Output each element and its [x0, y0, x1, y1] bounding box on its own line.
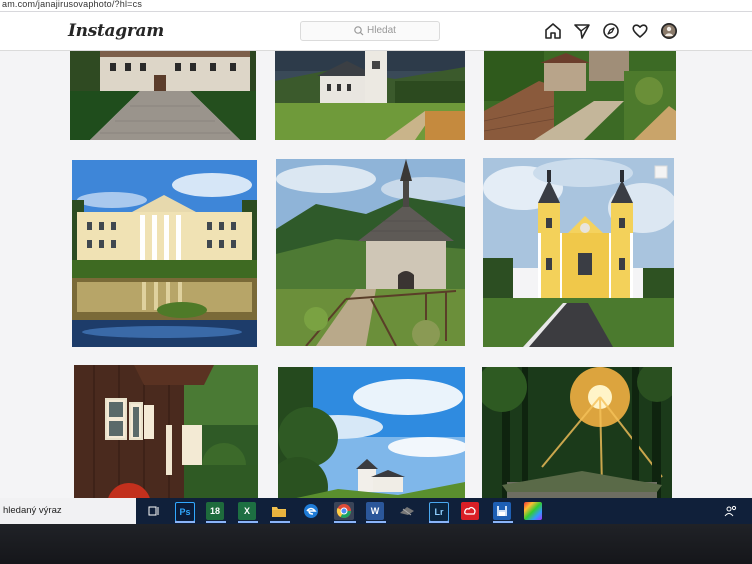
- tool-app-icon[interactable]: [398, 502, 416, 520]
- calendar-18-icon[interactable]: 18: [206, 502, 224, 520]
- windows-taskbar: hledaný výraz Ps 18 X W Lr: [0, 498, 752, 524]
- instagram-logo[interactable]: Instagram: [68, 21, 164, 41]
- monitor-screen: am.com/janajirusovaphoto/?hl=cs Instagra…: [0, 0, 752, 524]
- post-image: [484, 51, 676, 140]
- people-tray-icon[interactable]: [724, 504, 738, 518]
- active-indicator: [429, 521, 449, 523]
- url-text[interactable]: am.com/janajirusovaphoto/?hl=cs: [2, 0, 142, 9]
- task-view-icon[interactable]: [145, 502, 163, 520]
- search-icon: [354, 26, 364, 36]
- post-tile[interactable]: [483, 158, 674, 347]
- post-image: [483, 158, 674, 347]
- post-tile[interactable]: [484, 51, 676, 140]
- active-indicator: [366, 521, 386, 523]
- post-image: [72, 160, 257, 347]
- explore-compass-icon[interactable]: [602, 22, 620, 40]
- chrome-icon[interactable]: [334, 502, 354, 520]
- post-image: [275, 51, 465, 140]
- active-indicator: [175, 521, 195, 523]
- post-image: [70, 51, 256, 140]
- search-placeholder: Hledat: [367, 25, 396, 36]
- save-app-icon[interactable]: [493, 502, 511, 520]
- word-icon[interactable]: W: [366, 502, 384, 520]
- post-tile[interactable]: [72, 160, 257, 347]
- creative-cloud-icon[interactable]: [461, 502, 479, 520]
- post-tile[interactable]: [70, 51, 256, 140]
- taskbar-search-box[interactable]: hledaný výraz: [0, 498, 136, 524]
- post-tile[interactable]: [276, 159, 465, 346]
- excel-icon[interactable]: X: [238, 502, 256, 520]
- edge-icon[interactable]: [302, 502, 320, 520]
- taskbar-search-text: hledaný výraz: [3, 505, 62, 516]
- direct-message-icon[interactable]: [573, 22, 591, 40]
- lightroom-icon[interactable]: Lr: [429, 502, 449, 522]
- monitor-bezel: [0, 524, 752, 564]
- posts-grid: [0, 51, 752, 524]
- active-indicator: [493, 521, 513, 523]
- color-app-icon[interactable]: [524, 502, 542, 520]
- profile-avatar-icon[interactable]: [660, 22, 678, 40]
- post-tile[interactable]: [275, 51, 465, 140]
- instagram-header: Instagram Hledat: [0, 12, 752, 51]
- activity-heart-icon[interactable]: [631, 22, 649, 40]
- search-input[interactable]: Hledat: [300, 21, 440, 41]
- photoshop-icon[interactable]: Ps: [175, 502, 195, 522]
- active-indicator: [334, 521, 356, 523]
- browser-address-bar[interactable]: am.com/janajirusovaphoto/?hl=cs: [0, 0, 752, 12]
- file-explorer-icon[interactable]: [270, 502, 288, 520]
- active-indicator: [238, 521, 258, 523]
- post-image: [276, 159, 465, 346]
- active-indicator: [270, 521, 290, 523]
- active-indicator: [206, 521, 226, 523]
- home-icon[interactable]: [544, 22, 562, 40]
